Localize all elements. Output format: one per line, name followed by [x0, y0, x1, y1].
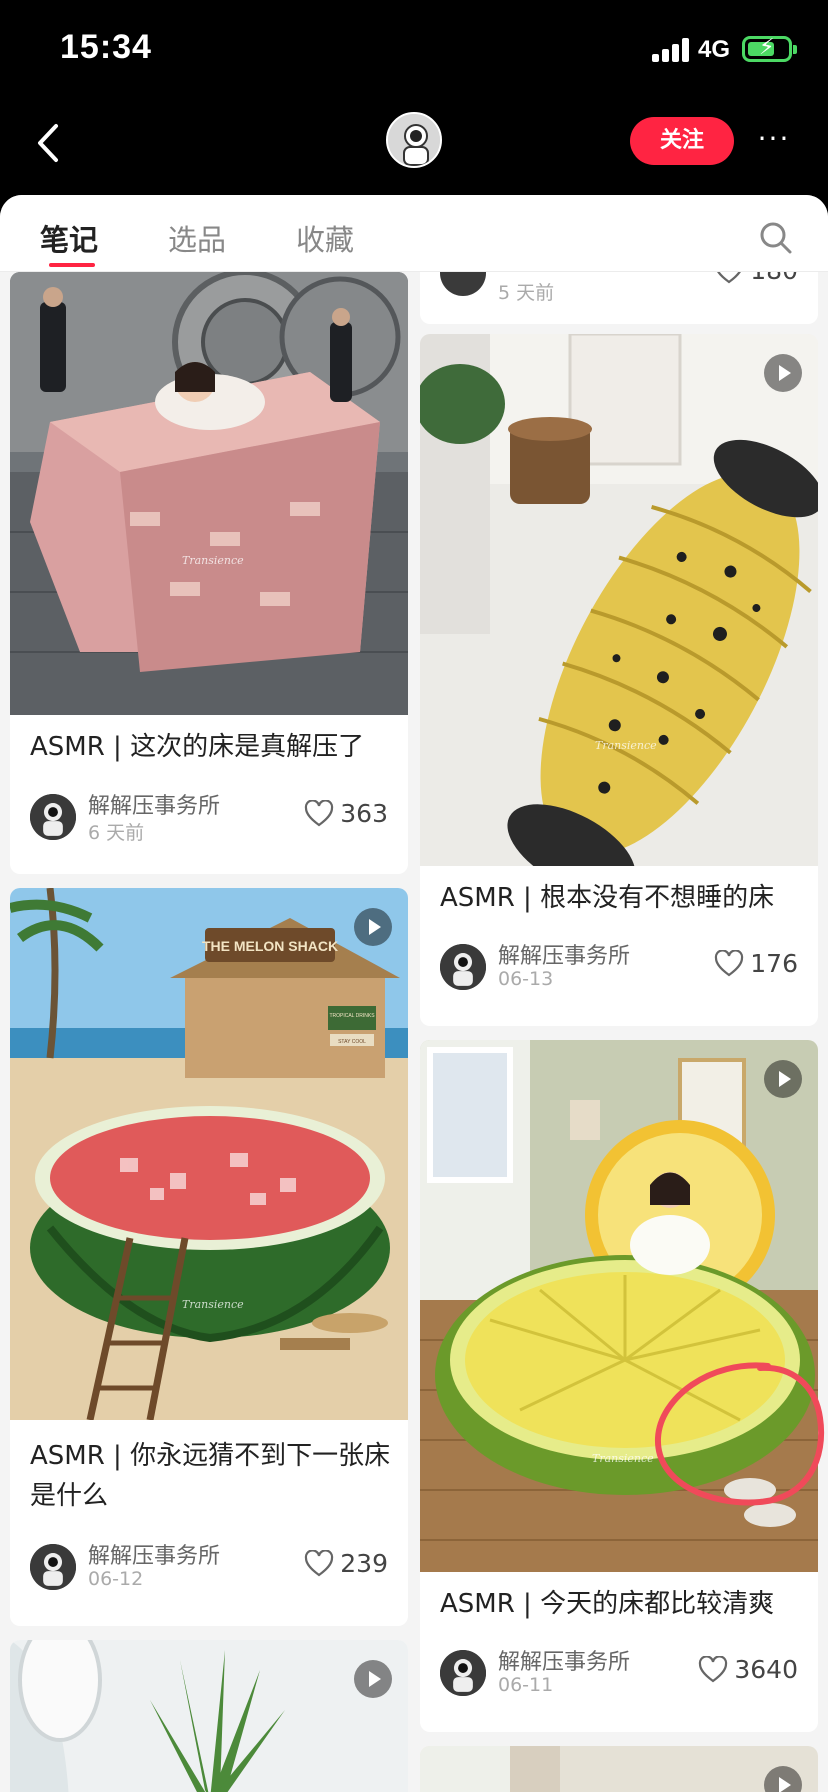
network-label: 4G [698, 36, 731, 63]
annotation-circle [654, 1362, 824, 1506]
heart-icon [699, 1655, 728, 1682]
note-date: 06-12 [88, 1568, 144, 1590]
tab-notes[interactable]: 笔记 [40, 217, 98, 259]
astronaut-icon [440, 944, 486, 990]
heart-icon [715, 949, 744, 976]
back-button[interactable] [28, 118, 72, 168]
search-button[interactable] [758, 220, 794, 256]
video-play-icon [354, 1660, 392, 1698]
profile-header: 关注 ··· [0, 100, 828, 195]
author-avatar[interactable] [440, 1650, 486, 1696]
chevron-left-icon [38, 124, 58, 162]
tab-collections[interactable]: 收藏 [296, 217, 354, 259]
watermark: Transience [182, 554, 244, 567]
stay-cool-sign: STAY COOL [338, 1039, 366, 1045]
watermark: Transience [595, 739, 657, 752]
heart-icon [717, 272, 741, 283]
note-card[interactable]: Transience ASMR | 这次的床是真解压了 解解压事务所 6 天前 … [10, 272, 408, 874]
like-button[interactable]: 3640 [698, 1655, 798, 1684]
note-card[interactable] [420, 1746, 818, 1792]
heart-icon [305, 799, 334, 826]
note-title: ASMR | 这次的床是真解压了 [30, 732, 365, 762]
profile-content: 笔记 选品 收藏 5 天前 180 [0, 195, 828, 1792]
author-name[interactable]: 解解压事务所 [88, 1538, 220, 1570]
author-avatar[interactable] [440, 944, 486, 990]
signal-icon [652, 38, 692, 62]
note-title: ASMR | 根本没有不想睡的床 [440, 883, 775, 913]
like-button[interactable]: 180 [714, 272, 798, 285]
like-count: 176 [750, 949, 798, 978]
cover-image: Transience [10, 272, 408, 715]
video-play-icon [764, 354, 802, 392]
more-options-button[interactable]: ··· [752, 124, 796, 154]
cover-image: Transience [420, 334, 818, 866]
like-count: 363 [340, 799, 388, 828]
note-date: 5 天前 [498, 282, 555, 304]
note-date: 06-13 [498, 968, 554, 990]
author-name[interactable]: 解解压事务所 [88, 788, 220, 820]
video-play-icon [354, 908, 392, 946]
tab-products[interactable]: 选品 [168, 217, 226, 259]
cover-image: THE MELON SHACK TROPICAL DRINKS STAY COO… [10, 888, 408, 1420]
note-date: 06-11 [498, 1674, 554, 1696]
astronaut-icon [30, 794, 76, 840]
notes-feed: 5 天前 180 [0, 272, 828, 1792]
follow-button[interactable]: 关注 [630, 117, 734, 165]
astronaut-icon [388, 114, 440, 166]
cover-image [10, 1640, 408, 1792]
author-avatar[interactable] [30, 794, 76, 840]
note-card[interactable]: THE MELON SHACK TROPICAL DRINKS STAY COO… [10, 888, 408, 1626]
battery-icon: ⚡ [742, 36, 797, 62]
astronaut-icon [440, 1650, 486, 1696]
status-time: 15:34 [60, 28, 152, 66]
search-icon [760, 222, 792, 254]
author-avatar [440, 272, 486, 296]
note-card[interactable]: Transience ASMR | 根本没有不想睡的床 解解压事务所 06-13… [420, 334, 818, 1026]
cover-image [420, 1746, 818, 1792]
note-title: ASMR | 今天的床都比较清爽 [440, 1589, 775, 1619]
astronaut-icon [30, 1544, 76, 1590]
like-button[interactable]: 363 [304, 799, 388, 828]
like-count: 180 [750, 272, 798, 285]
note-date: 6 天前 [88, 822, 145, 844]
author-name[interactable]: 解解压事务所 [498, 938, 630, 970]
like-count: 239 [340, 1549, 388, 1578]
watermark: Transience [592, 1452, 654, 1465]
like-count: 3640 [734, 1655, 798, 1684]
profile-avatar[interactable] [386, 112, 442, 168]
note-title: ASMR | 你永远猜不到下一张床是什么 [30, 1441, 391, 1511]
watermark: Transience [182, 1298, 244, 1311]
note-card[interactable] [10, 1640, 408, 1792]
like-button[interactable]: 239 [304, 1549, 388, 1578]
drinks-sign: TROPICAL DRINKS [329, 1013, 375, 1019]
shack-sign: THE MELON SHACK [202, 938, 338, 954]
like-button[interactable]: 176 [714, 949, 798, 978]
note-card-partial[interactable]: 5 天前 180 [420, 272, 818, 324]
author-name[interactable]: 解解压事务所 [498, 1644, 630, 1676]
heart-icon [305, 1549, 334, 1576]
active-tab-indicator [49, 263, 95, 267]
video-play-icon [764, 1060, 802, 1098]
tab-bar: 笔记 选品 收藏 [0, 195, 828, 272]
status-bar: 15:34 4G ⚡ [0, 0, 828, 100]
author-avatar[interactable] [30, 1544, 76, 1590]
